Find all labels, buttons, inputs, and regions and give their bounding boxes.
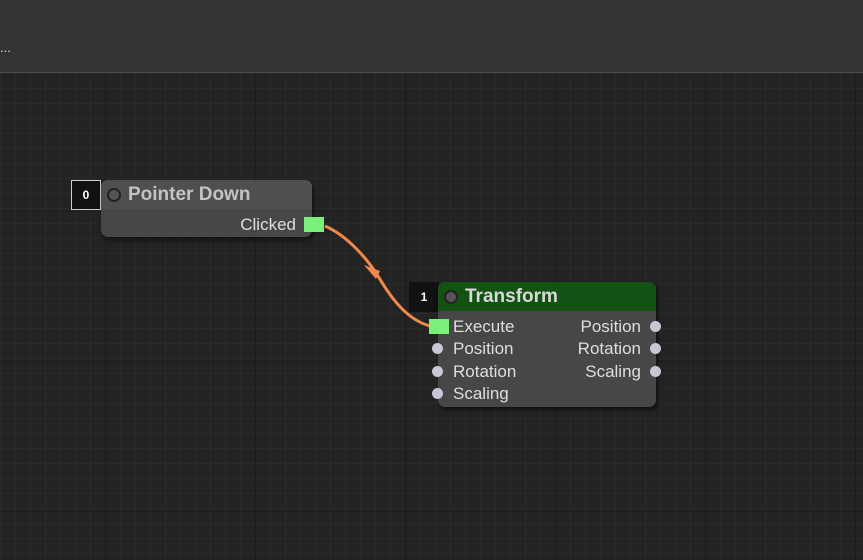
input-slot-rotation[interactable]: Rotation — [453, 361, 516, 383]
output-connector-scaling[interactable] — [650, 366, 661, 377]
node-title: Pointer Down — [128, 183, 251, 205]
output-connector-position[interactable] — [650, 321, 661, 332]
slot-label: Scaling — [585, 362, 641, 381]
node-transform[interactable]: Transform Execute Position Rotation Scal… — [429, 282, 661, 407]
node-index-label: 1 — [420, 290, 428, 304]
output-slot-rotation[interactable]: Rotation — [578, 338, 641, 360]
slot-label: Rotation — [577, 339, 641, 358]
output-slot-clicked[interactable]: Clicked — [240, 214, 296, 236]
output-connector-rotation[interactable] — [650, 343, 661, 354]
slot-label: Execute — [453, 317, 515, 336]
node-index-badge: 0 — [71, 180, 101, 210]
slot-label: Position — [580, 317, 641, 336]
node-title-bar[interactable]: Pointer Down — [101, 180, 312, 209]
input-connector-rotation[interactable] — [432, 366, 443, 377]
node-title-bar[interactable]: Transform — [438, 282, 656, 311]
input-connector-position[interactable] — [432, 343, 443, 354]
output-slot-scaling[interactable]: Scaling — [585, 361, 641, 383]
slot-label: Scaling — [453, 384, 509, 403]
graph-canvas[interactable] — [0, 73, 863, 560]
collapse-toggle-icon[interactable] — [444, 289, 458, 304]
slot-label: Clicked — [240, 215, 296, 234]
output-slot-position[interactable]: Position — [581, 316, 641, 338]
slot-label: Rotation — [453, 362, 517, 381]
input-slot-scaling[interactable]: Scaling — [453, 383, 509, 405]
execute-input-connector[interactable] — [429, 319, 449, 334]
input-connector-scaling[interactable] — [432, 388, 443, 399]
node-index-badge: 1 — [409, 282, 439, 312]
top-toolbar: ... — [0, 0, 863, 73]
node-title: Transform — [465, 285, 558, 307]
slot-label: Position — [453, 339, 514, 358]
toolbar-overflow-text[interactable]: ... — [0, 40, 11, 55]
execute-output-connector[interactable] — [304, 217, 324, 232]
node-index-label: 0 — [82, 188, 90, 202]
node-pointer-down[interactable]: Pointer Down Clicked — [101, 180, 324, 237]
collapse-toggle-icon[interactable] — [107, 187, 121, 202]
input-slot-execute[interactable]: Execute — [453, 316, 514, 338]
input-slot-position[interactable]: Position — [453, 338, 513, 360]
